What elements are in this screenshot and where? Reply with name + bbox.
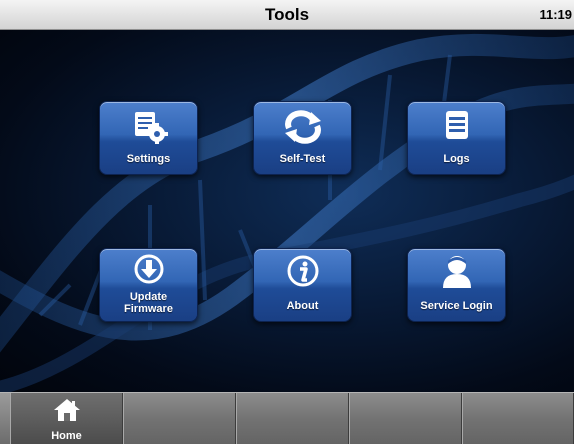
bottom-nav-bar: Home — [0, 392, 574, 444]
nav-tab-empty-2[interactable] — [123, 393, 236, 444]
logs-label: Logs — [443, 153, 470, 165]
logs-button[interactable]: Logs — [407, 101, 506, 175]
service-login-label: Service Login — [420, 300, 493, 312]
settings-label: Settings — [126, 153, 171, 165]
about-button[interactable]: About — [253, 248, 352, 322]
refresh-icon — [254, 110, 351, 146]
dna-background-image — [0, 33, 574, 392]
service-login-button[interactable]: Service Login — [407, 248, 506, 322]
title-bar: Tools 11:19 — [0, 0, 574, 30]
clock: 11:19 — [539, 7, 572, 22]
page-title: Tools — [264, 5, 310, 24]
list-icon — [408, 110, 505, 146]
settings-button[interactable]: Settings — [99, 101, 198, 175]
home-tab[interactable]: Home — [10, 393, 123, 444]
home-label: Home — [51, 430, 82, 442]
update-firmware-label: Update Firmware — [100, 291, 197, 315]
self-test-label: Self-Test — [279, 153, 326, 165]
nav-tab-empty-3[interactable] — [236, 393, 349, 444]
nav-tab-empty-5[interactable] — [462, 393, 574, 444]
info-icon — [254, 255, 351, 291]
home-icon — [53, 398, 81, 427]
update-label-line1: Update — [129, 291, 168, 303]
self-test-button[interactable]: Self-Test — [253, 101, 352, 175]
user-icon — [408, 254, 505, 290]
update-firmware-button[interactable]: Update Firmware — [99, 248, 198, 322]
about-label: About — [286, 300, 319, 312]
firmware-label-line2: Firmware — [124, 303, 173, 315]
settings-icon — [100, 110, 197, 146]
tools-panel: Settings Self-Test Logs Update Firmware … — [0, 30, 574, 392]
download-icon — [100, 254, 197, 290]
nav-tab-empty-4[interactable] — [349, 393, 462, 444]
